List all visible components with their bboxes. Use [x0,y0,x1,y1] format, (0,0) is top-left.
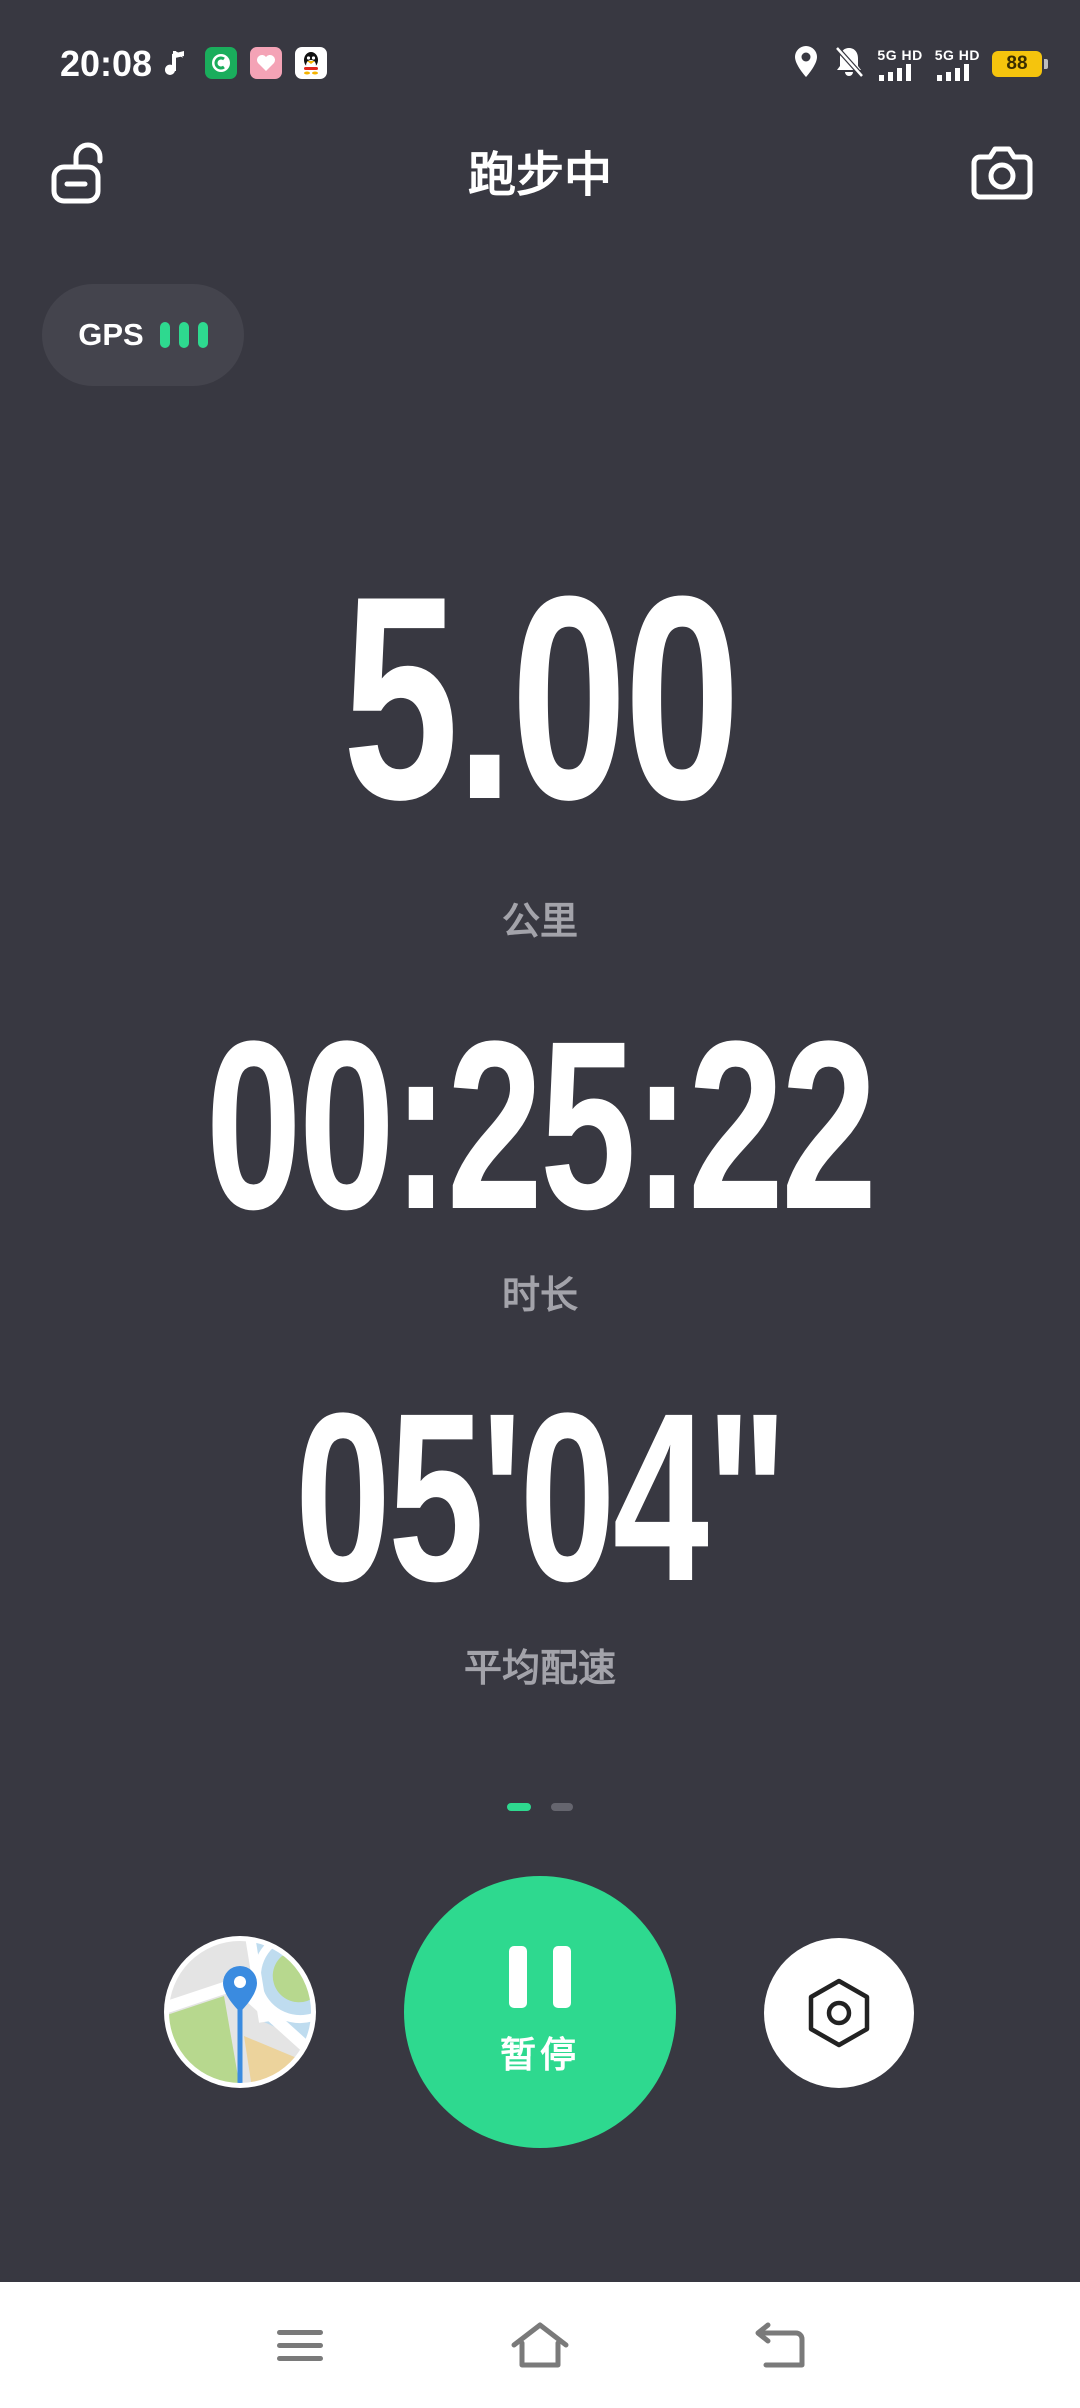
signal-indicator-2: 5G HD [935,47,980,81]
bell-muted-icon [833,45,865,83]
nav-back-button[interactable] [740,2306,820,2386]
pace-label: 平均配速 [463,1646,616,1690]
settings-hexagon-icon [808,1978,870,2048]
signal-indicator-1: 5G HD [877,47,922,81]
pause-bar [509,1946,527,2008]
status-bar: 20:08 5G HD 5G HD 88 [0,0,1080,128]
back-icon [755,2322,805,2368]
page-title: 跑步中 [467,147,612,203]
pause-label: 暂停 [499,2035,580,2076]
camera-icon [971,146,1033,200]
distance-label: 公里 [501,899,578,943]
green-app-icon [205,47,237,79]
duration-label: 时长 [501,1273,578,1317]
gps-label: GPS [78,317,144,352]
page-dot-active[interactable] [507,1803,531,1811]
distance-value: 5.00 [342,536,741,860]
battery-indicator: 88 [992,51,1048,77]
gps-bar [197,322,208,348]
qq-penguin-icon [295,47,327,79]
gps-signal-bars [159,322,208,348]
page-dot[interactable] [551,1803,573,1811]
heart-app-icon [250,47,282,79]
gps-bar [159,322,170,348]
map-icon [165,1937,315,2087]
status-right-group: 5G HD 5G HD 88 [793,40,1048,88]
pace-value: 05'04" [294,1363,788,1631]
signal-bars-icon [936,64,969,81]
nav-menu-button[interactable] [260,2306,340,2386]
location-icon [793,45,819,83]
camera-button[interactable] [966,137,1038,209]
settings-button[interactable] [764,1938,914,2088]
battery-level: 88 [1006,53,1028,74]
page-indicator [0,1803,1080,1811]
signal-bars-icon [879,64,912,81]
status-time: 20:08 [60,43,153,84]
nav-home-button[interactable] [500,2306,580,2386]
system-nav-bar [0,2282,1080,2408]
pause-bar [553,1946,571,2008]
menu-icon [277,2330,323,2361]
pause-button[interactable]: 暂停 [404,1876,676,2148]
pause-icon [496,1946,584,2008]
map-button[interactable] [164,1936,316,2088]
home-icon [511,2322,569,2368]
gps-status: GPS [42,284,244,386]
signal-label-1: 5G HD [877,47,923,63]
signal-label-2: 5G HD [934,47,980,63]
music-note-icon [160,47,192,79]
gps-bar [178,322,189,348]
duration-value: 00:25:22 [205,991,878,1259]
